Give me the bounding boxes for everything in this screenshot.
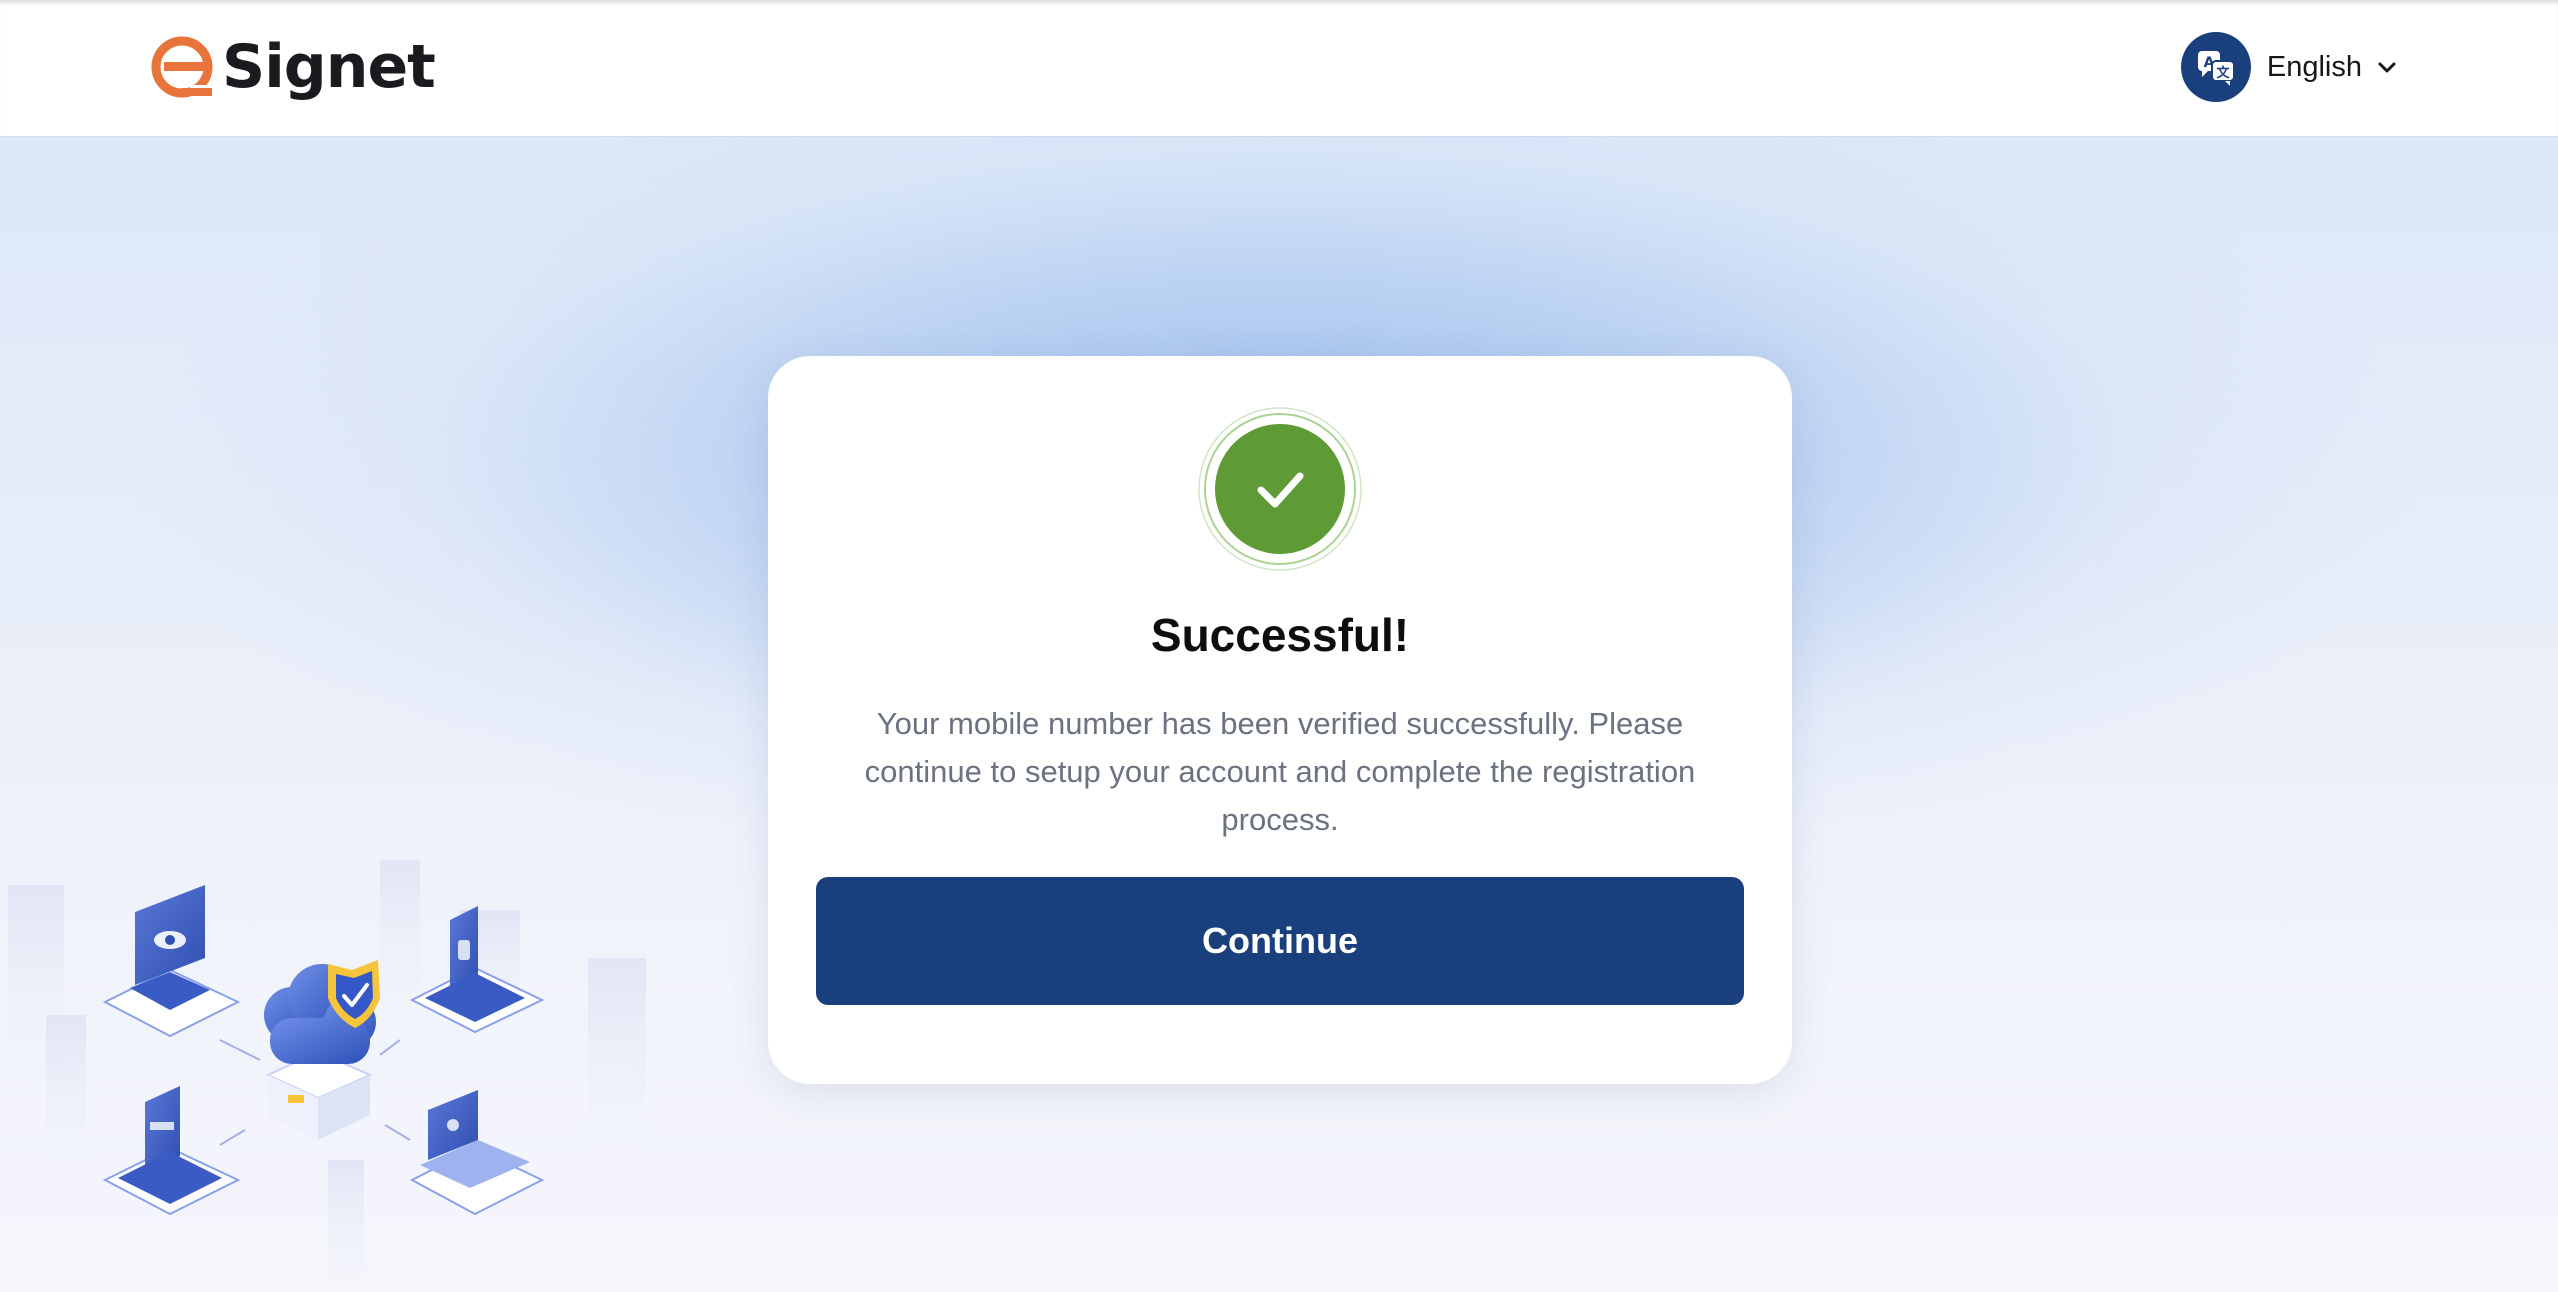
top-navbar: Signet A 文 English <box>0 0 2558 136</box>
chevron-down-icon <box>2378 62 2396 73</box>
continue-button[interactable]: Continue <box>816 877 1744 1005</box>
cloud-security-network-illustration <box>8 860 646 1290</box>
translate-icon: A 文 <box>2180 32 2251 102</box>
brand-logo[interactable]: Signet <box>148 32 436 102</box>
language-label: English <box>2266 50 2362 83</box>
check-circle-icon <box>1198 407 1362 571</box>
language-selector[interactable]: A 文 English <box>2180 30 2398 104</box>
success-card: Successful! Your mobile number has been … <box>768 356 1792 1084</box>
svg-text:文: 文 <box>2216 65 2230 81</box>
success-title: Successful! <box>1150 609 1410 661</box>
success-message: Your mobile number has been verified suc… <box>864 706 1696 837</box>
brand-name: Signet <box>222 32 436 102</box>
signet-e-logo-icon <box>151 36 213 98</box>
